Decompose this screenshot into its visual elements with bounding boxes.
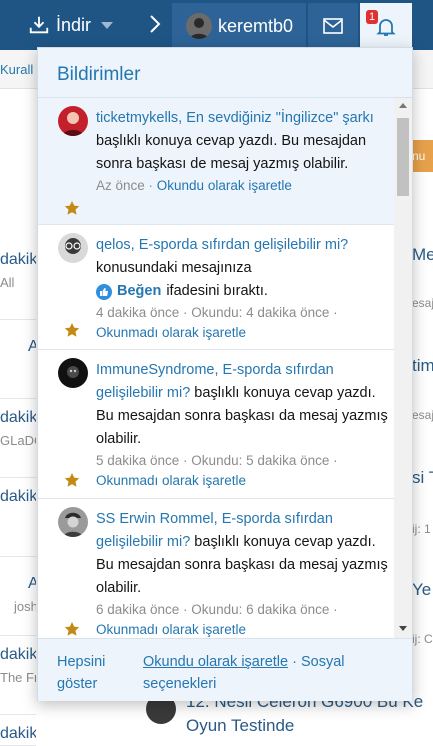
alert-count-badge: 1 <box>366 10 379 24</box>
scroll-up-arrow-icon[interactable] <box>399 103 407 108</box>
bell-icon <box>376 18 396 36</box>
right-thread-title[interactable]: si T <box>412 468 433 488</box>
notification-item[interactable]: SS Erwin Rommel, E-sporda sıfırdan geliş… <box>38 499 394 638</box>
list-item-title[interactable]: dakik <box>0 488 36 506</box>
notification-link[interactable]: qelos, E-sporda sıfırdan gelişilebilir m… <box>96 237 348 253</box>
star-icon[interactable] <box>64 621 80 637</box>
notifications-dropdown: Bildirimler ticketmykells, En sevdiğiniz… <box>37 47 413 701</box>
reaction-line: Beğen ifadesini bıraktı. <box>96 280 388 303</box>
mark-unread-link[interactable]: Okunmadı olarak işaretle <box>96 473 246 488</box>
notification-meta: Az önce · Okundu olarak işaretle <box>96 178 292 193</box>
list-item-sub: GLaDO <box>0 433 36 448</box>
notification-time: 4 dakika önce · Okundu: 4 dakika önce · <box>96 305 338 320</box>
envelope-icon <box>323 18 343 34</box>
list-item[interactable]: dakik <box>0 715 36 746</box>
orange-action-button[interactable]: nu <box>412 140 433 172</box>
notification-time: 5 dakika önce · Okundu: 5 dakika önce · <box>96 453 338 468</box>
star-icon[interactable] <box>64 472 80 488</box>
avatar <box>186 13 212 39</box>
inbox-button[interactable] <box>308 3 358 49</box>
show-all-link[interactable]: Hepsini göster <box>57 651 127 695</box>
list-item-title[interactable]: A <box>28 338 36 356</box>
right-thread-sub: ij: 1 <box>412 522 431 536</box>
username: keremtb0 <box>218 15 294 36</box>
notification-text: ImmuneSyndrome, E-sporda sıfırdan gelişi… <box>96 359 388 491</box>
footer-actions: Okundu olarak işaretle · Sosyal seçenekl… <box>143 651 393 695</box>
notification-time: 6 dakika önce · Okundu: 6 dakika önce · <box>96 602 338 617</box>
thumbs-up-icon <box>96 283 112 300</box>
notification-item[interactable]: qelos, E-sporda sıfırdan gelişilebilir m… <box>38 225 394 350</box>
notification-item[interactable]: ImmuneSyndrome, E-sporda sıfırdan gelişi… <box>38 350 394 499</box>
mark-all-read-link[interactable]: Okundu olarak işaretle <box>143 654 288 670</box>
list-item-title[interactable]: dakik <box>0 251 36 269</box>
right-thread-title[interactable]: tim <box>412 356 433 376</box>
notification-item[interactable]: ticketmykells, En sevdiğiniz "İngilizce"… <box>38 98 394 225</box>
right-thread-title[interactable]: Ye <box>412 580 433 600</box>
chevron-down-icon <box>101 21 114 29</box>
notification-text: qelos, E-sporda sıfırdan gelişilebilir m… <box>96 234 388 343</box>
mark-read-link[interactable]: Okundu olarak işaretle <box>157 178 292 193</box>
list-item[interactable]: A <box>0 320 36 399</box>
notification-time: Az önce <box>96 178 145 193</box>
list-item[interactable]: A josh <box>0 557 36 636</box>
mark-unread-link[interactable]: Okunmadı olarak işaretle <box>96 622 246 637</box>
notification-list: ticketmykells, En sevdiğiniz "İngilizce"… <box>38 98 394 638</box>
list-item-sub: All <box>0 275 15 290</box>
reaction-text: ifadesini bıraktı. <box>166 283 268 299</box>
download-icon <box>29 16 49 34</box>
star-icon[interactable] <box>64 322 80 338</box>
top-navbar: İndir keremtb0 1 <box>0 0 433 50</box>
notification-meta: 5 dakika önce · Okundu: 5 dakika önce · … <box>96 451 388 491</box>
notification-message: konusundaki mesajınıza <box>96 260 252 276</box>
reaction-name: Beğen <box>117 283 162 299</box>
scrollbar[interactable] <box>394 98 412 638</box>
notification-meta: 6 dakika önce · Okundu: 6 dakika önce · … <box>96 600 388 638</box>
list-item[interactable]: dakik The Fr <box>0 636 36 715</box>
dropdown-header: Bildirimler <box>38 48 412 98</box>
list-item[interactable]: dakik <box>0 478 36 557</box>
right-thread-sub: esaj <box>412 296 433 310</box>
footer-separator: · <box>292 654 297 670</box>
user-avatar-red-icon[interactable] <box>58 106 88 136</box>
list-item[interactable]: dakik All <box>0 241 36 320</box>
notification-text: ticketmykells, En sevdiğiniz "İngilizce"… <box>96 107 388 196</box>
notification-text: SS Erwin Rommel, E-sporda sıfırdan geliş… <box>96 508 388 638</box>
notification-link[interactable]: ticketmykells, En sevdiğiniz "İngilizce"… <box>96 110 374 126</box>
mark-unread-link[interactable]: Okunmadı olarak işaretle <box>96 325 246 340</box>
user-avatar-dark-icon[interactable] <box>58 358 88 388</box>
scrollbar-thumb[interactable] <box>397 118 409 196</box>
list-item-title[interactable]: dakik <box>0 646 36 664</box>
scroll-down-arrow-icon[interactable] <box>399 626 407 631</box>
user-avatar-glasses-icon[interactable] <box>58 233 88 263</box>
alerts-button[interactable]: 1 <box>360 3 412 50</box>
list-item-title[interactable]: A <box>28 575 36 593</box>
user-menu[interactable]: keremtb0 <box>172 3 306 49</box>
download-label: İndir <box>56 14 92 35</box>
download-menu[interactable]: İndir <box>28 11 114 39</box>
list-item-sub: The Fr <box>0 670 36 685</box>
list-item-title[interactable]: dakik <box>0 725 36 743</box>
list-item-sub: josh <box>14 599 36 614</box>
user-avatar-soldier-icon[interactable] <box>58 507 88 537</box>
dropdown-footer: Hepsini göster Okundu olarak işaretle · … <box>38 638 412 701</box>
right-thread-sub: ij: C <box>412 632 433 646</box>
chevron-right-icon <box>148 13 162 41</box>
list-item-title[interactable]: dakik <box>0 409 36 427</box>
thread-list-left: dakik All A dakik GLaDO dakik A josh dak… <box>0 88 36 746</box>
notification-meta: 4 dakika önce · Okundu: 4 dakika önce · … <box>96 303 388 343</box>
star-icon[interactable] <box>64 200 80 216</box>
notification-message: başlıklı konuya cevap yazdı. Bu mesajdan… <box>96 133 367 172</box>
right-thread-sub: esaj <box>412 408 433 422</box>
dropdown-title[interactable]: Bildirimler <box>57 64 140 86</box>
right-thread-title[interactable]: Me <box>412 245 433 265</box>
breadcrumb-link[interactable]: Kurall <box>0 62 33 77</box>
list-item[interactable]: dakik GLaDO <box>0 399 36 478</box>
